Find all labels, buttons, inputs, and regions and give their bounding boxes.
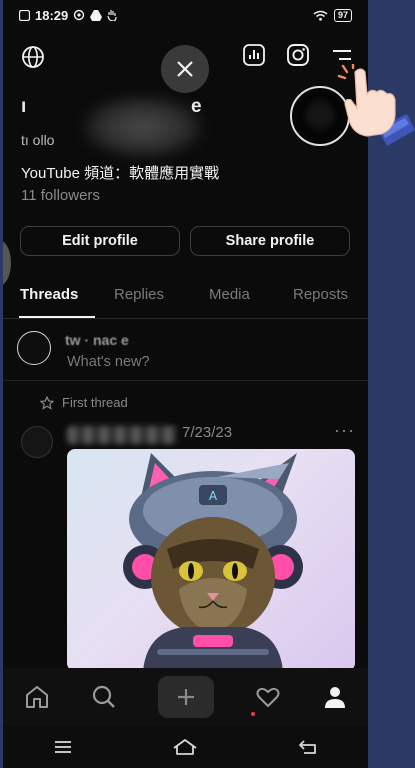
star-icon xyxy=(40,395,54,410)
composer-placeholder[interactable]: What's new? xyxy=(67,354,150,370)
pinned-text: First thread xyxy=(62,395,128,410)
share-profile-button[interactable]: Share profile xyxy=(190,226,350,256)
edit-profile-button[interactable]: Edit profile xyxy=(20,226,180,256)
bottom-navigation xyxy=(3,668,368,726)
tab-replies[interactable]: Replies xyxy=(114,286,164,303)
tab-media[interactable]: Media xyxy=(209,286,250,303)
system-navigation xyxy=(3,726,368,768)
close-icon xyxy=(175,59,195,79)
new-thread-button[interactable] xyxy=(157,676,214,718)
tap-pointer-icon xyxy=(337,60,415,153)
search-icon[interactable] xyxy=(91,684,117,710)
new-thread-composer[interactable]: tw · nac e What's new? xyxy=(17,328,357,376)
pinned-label: First thread xyxy=(40,395,128,410)
instagram-icon[interactable] xyxy=(286,43,310,67)
divider xyxy=(3,380,368,381)
composer-username: tw · nac e xyxy=(65,332,129,348)
system-home-icon[interactable] xyxy=(172,738,198,756)
profile-bio: YouTube 頻道：軟體應用實戰 xyxy=(21,165,220,182)
plus-icon xyxy=(176,687,196,707)
insights-icon[interactable] xyxy=(242,43,266,67)
active-tab-indicator xyxy=(19,316,95,318)
status-bar: 18:29 97 xyxy=(3,0,368,30)
phone-screen: 18:29 97 ı e tı ollo YouTube 頻道：軟體應用實戰 1… xyxy=(3,0,368,768)
battery-indicator: 97 xyxy=(333,8,352,22)
heart-icon[interactable] xyxy=(255,684,281,710)
drive-icon xyxy=(90,9,103,21)
post-avatar[interactable] xyxy=(21,426,53,458)
close-overlay-button[interactable] xyxy=(161,45,209,93)
back-icon[interactable] xyxy=(298,739,318,755)
globe-icon[interactable] xyxy=(21,45,45,69)
tab-reposts[interactable]: Reposts xyxy=(293,286,348,303)
home-icon[interactable] xyxy=(24,684,50,710)
profile-actions: Edit profile Share profile xyxy=(20,226,350,256)
composer-avatar xyxy=(17,331,51,365)
recents-icon[interactable] xyxy=(53,739,73,755)
post-date: 7/23/23 xyxy=(182,424,233,441)
wifi-icon xyxy=(313,10,328,21)
hand-status-icon xyxy=(107,9,118,21)
more-options-icon[interactable]: ··· xyxy=(334,420,355,441)
notification-icon xyxy=(19,9,30,21)
notification-dot xyxy=(251,712,255,716)
svg-text:A: A xyxy=(209,489,218,503)
profile-name: ıe xyxy=(21,96,202,117)
post-image[interactable]: A xyxy=(67,449,355,671)
status-time: 18:29 xyxy=(35,7,69,23)
tab-threads[interactable]: Threads xyxy=(20,286,78,303)
app-icon xyxy=(73,9,85,21)
followers-count[interactable]: 11 followers xyxy=(21,187,100,204)
profile-icon[interactable] xyxy=(322,684,348,710)
profile-tabs: Threads Replies Media Reposts xyxy=(3,280,368,319)
post-username-redacted xyxy=(67,426,177,444)
profile-handle: tı ollo xyxy=(21,132,55,148)
